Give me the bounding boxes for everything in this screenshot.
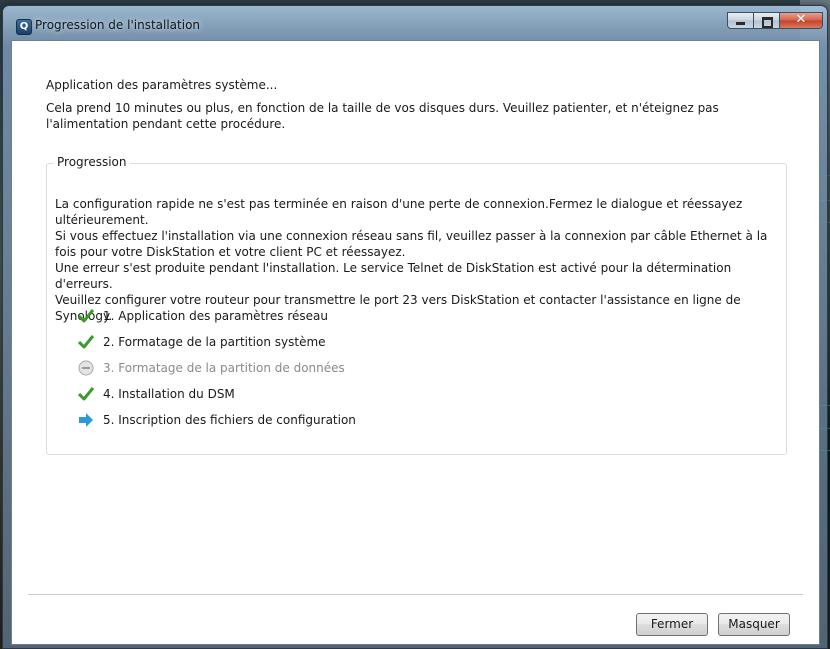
step-label: 3. Formatage de la partition de données [103,361,345,375]
message-line: Si vous effectuez l'installation via une… [55,229,768,259]
maximize-button[interactable] [753,12,779,29]
step-item: 4. Installation du DSM [77,381,356,407]
minus-circle-icon [77,359,95,377]
checkmark-icon [77,307,95,325]
dialog-content: Application des paramètres système... Ce… [11,40,820,645]
installation-progress-window: Q Progression de l'installation ✕ Applic… [2,5,828,649]
message-line: La configuration rapide ne s'est pas ter… [55,197,743,227]
caption-buttons: ✕ [727,12,823,29]
checkmark-icon [77,333,95,351]
message-line: Une erreur s'est produite pendant l'inst… [55,261,732,291]
window-title: Progression de l'installation [35,18,201,32]
step-item: 3. Formatage de la partition de données [77,355,356,381]
status-heading: Application des paramètres système... [46,78,278,92]
minimize-icon [736,22,745,25]
minimize-button[interactable] [727,12,753,29]
close-icon: ✕ [795,12,807,27]
step-label: 4. Installation du DSM [103,387,235,401]
step-label: 2. Formatage de la partition système [103,335,326,349]
step-item: 1. Application des paramètres réseau [77,303,356,329]
title-bar[interactable]: Q Progression de l'installation ✕ [3,6,827,36]
step-label: 1. Application des paramètres réseau [103,309,328,323]
step-item: 2. Formatage de la partition système [77,329,356,355]
progress-group: Progression La configuration rapide ne s… [46,155,787,455]
arrow-right-icon [77,411,95,429]
divider [28,594,803,595]
step-item: 5. Inscription des fichiers de configura… [77,407,356,433]
app-icon: Q [16,19,32,35]
step-label: 5. Inscription des fichiers de configura… [103,413,356,427]
hide-button[interactable]: Masquer [718,613,790,636]
checkmark-icon [77,385,95,403]
close-window-button[interactable]: ✕ [779,12,823,29]
close-button[interactable]: Fermer [636,613,708,636]
step-list: 1. Application des paramètres réseau 2. … [77,303,356,433]
maximize-icon [762,17,773,28]
progress-group-title: Progression [54,155,130,169]
status-description: Cela prend 10 minutes ou plus, en foncti… [46,101,719,131]
